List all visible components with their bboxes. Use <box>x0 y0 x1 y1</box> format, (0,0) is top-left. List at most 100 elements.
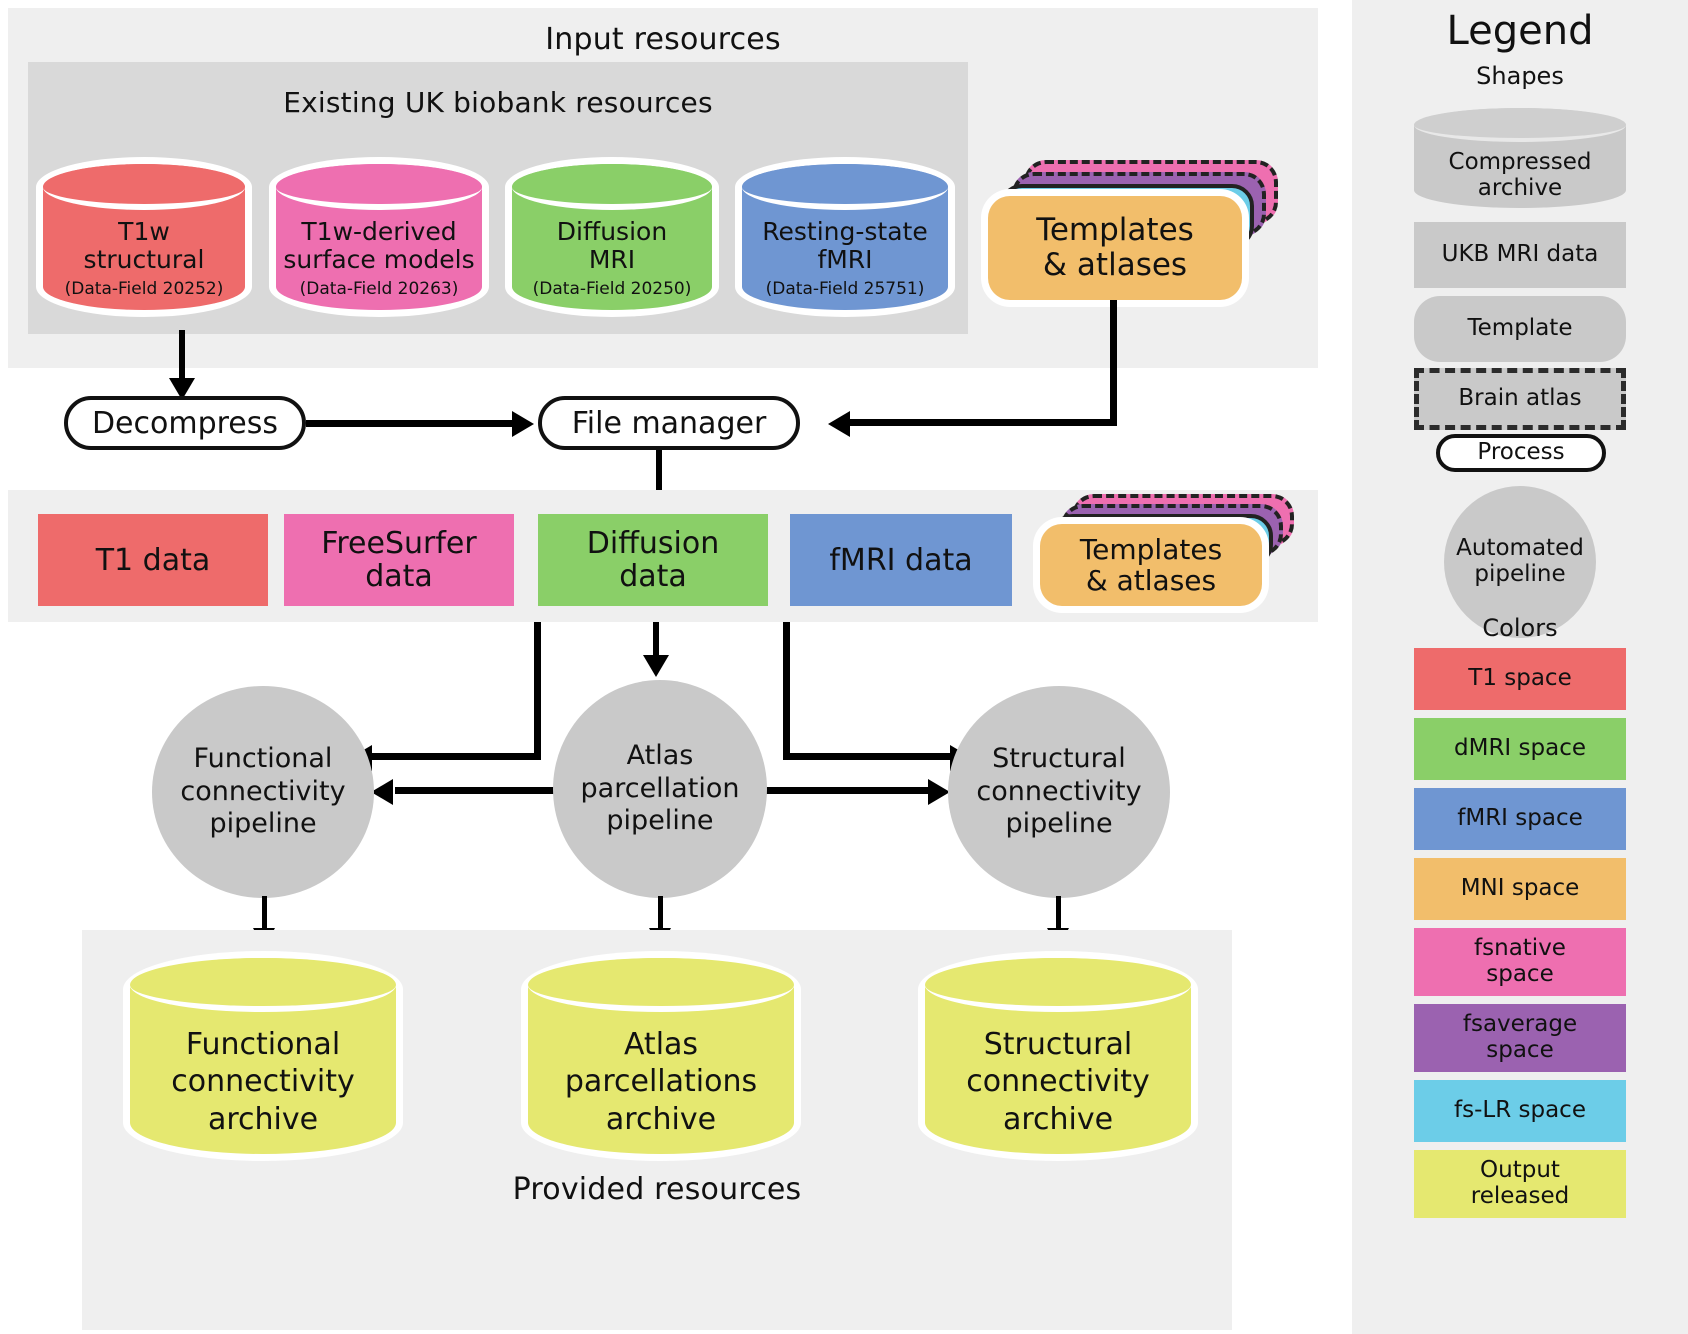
cylinder-top <box>276 164 482 210</box>
connector-decompress-to-file-manager <box>306 420 516 427</box>
connector-atlas-to-structural <box>755 787 930 794</box>
archive-structural-connectivity[interactable]: Structural connectivity archive <box>925 958 1191 1154</box>
cylinder-top <box>742 164 948 210</box>
cylinder-label: T1w structural <box>83 217 205 275</box>
pipeline-functional-connectivity[interactable]: Functional connectivity pipeline <box>152 686 374 898</box>
cylinder-top <box>130 958 396 1012</box>
connector-fmri-horizontal <box>783 753 952 760</box>
arrowhead-structural-pipeline-mid <box>928 779 950 805</box>
legend-shape-process[interactable]: Process <box>1436 434 1606 472</box>
legend-shape-brain-atlas[interactable]: Brain atlas <box>1414 368 1626 430</box>
arrowhead-atlas-pipeline <box>643 655 669 677</box>
databox-label: T1 data <box>95 542 211 578</box>
process-decompress-label: Decompress <box>91 405 279 441</box>
arrowhead-file-manager-right <box>828 411 850 437</box>
legend-color-fmri-space[interactable]: fMRI space <box>1414 788 1626 850</box>
legend-color-label: T1 space <box>1468 665 1572 692</box>
stack-front-card: Templates & atlases <box>1040 524 1262 606</box>
legend-shape-ukb-mri-data[interactable]: UKB MRI data <box>1414 222 1626 288</box>
databox-diffusion-data[interactable]: Diffusion data <box>538 514 768 606</box>
legend-color-label: fMRI space <box>1457 805 1583 832</box>
legend-shape-label: UKB MRI data <box>1441 241 1599 268</box>
templates-label-line2: & atlases <box>1042 247 1188 283</box>
legend-color-label: dMRI space <box>1454 735 1586 762</box>
legend-panel: Legend Shapes Compressed archive UKB MRI… <box>1352 0 1688 1334</box>
legend-color-mni-space[interactable]: MNI space <box>1414 858 1626 920</box>
process-file-manager[interactable]: File manager <box>538 396 800 450</box>
databox-freesurfer-data[interactable]: FreeSurfer data <box>284 514 514 606</box>
legend-color-label: Output released <box>1470 1157 1570 1209</box>
legend-shape-label: Automated pipeline <box>1456 535 1584 587</box>
legend-color-t1-space[interactable]: T1 space <box>1414 648 1626 710</box>
legend-shape-template[interactable]: Template <box>1414 296 1626 362</box>
legend-color-label: fsaverage space <box>1462 1011 1578 1063</box>
databox-fmri-data[interactable]: fMRI data <box>790 514 1012 606</box>
legend-color-label: fsnative space <box>1474 935 1566 987</box>
templates-label-line1: Templates <box>1079 532 1223 566</box>
connector-ukb-to-decompress <box>179 330 185 382</box>
legend-color-fs-lr-space[interactable]: fs-LR space <box>1414 1080 1626 1142</box>
cylinder-sublabel: (Data-Field 20252) <box>64 279 224 300</box>
input-resources-title: Input resources <box>545 22 781 57</box>
pipeline-structural-connectivity[interactable]: Structural connectivity pipeline <box>948 686 1170 898</box>
templates-and-atlases-top[interactable]: Templates & atlases <box>988 160 1298 300</box>
connector-templates-vertical <box>1110 300 1117 424</box>
cylinder-sublabel: (Data-Field 20250) <box>532 279 692 300</box>
stack-front-card: Templates & atlases <box>988 196 1242 300</box>
legend-shapes-heading: Shapes <box>1476 62 1564 90</box>
legend-colors-heading: Colors <box>1482 614 1558 642</box>
legend-shape-label: Compressed archive <box>1448 148 1592 201</box>
databox-label: fMRI data <box>829 542 973 578</box>
legend-title: Legend <box>1446 8 1594 54</box>
legend-color-label: fs-LR space <box>1454 1097 1586 1124</box>
existing-ukb-resources-title: Existing UK biobank resources <box>283 86 713 119</box>
cylinder-t1w-derived-surface[interactable]: T1w-derived surface models (Data-Field 2… <box>276 164 482 310</box>
legend-color-fsaverage-space[interactable]: fsaverage space <box>1414 1004 1626 1072</box>
legend-shape-label: Template <box>1467 315 1573 342</box>
cylinder-sublabel: (Data-Field 25751) <box>765 279 925 300</box>
templates-and-atlases-mid[interactable]: Templates & atlases <box>1040 494 1310 610</box>
databox-t1-data[interactable]: T1 data <box>38 514 268 606</box>
archive-label: Structural connectivity archive <box>966 1026 1150 1137</box>
legend-color-fsnative-space[interactable]: fsnative space <box>1414 928 1626 996</box>
templates-label-line1: Templates <box>1036 212 1194 249</box>
arrowhead-file-manager-left <box>512 411 534 437</box>
cylinder-label: Diffusion MRI <box>556 217 668 275</box>
cylinder-top <box>925 958 1191 1012</box>
cylinder-top <box>1414 108 1626 142</box>
connector-freesurfer-vertical <box>534 622 541 760</box>
connector-file-manager-down <box>656 450 662 494</box>
databox-label: FreeSurfer data <box>321 526 477 594</box>
cylinder-label: Resting-state fMRI <box>762 217 928 275</box>
archive-label: Functional connectivity archive <box>171 1026 355 1137</box>
databox-label: Diffusion data <box>586 526 720 594</box>
legend-color-output-released[interactable]: Output released <box>1414 1150 1626 1218</box>
provided-resources-title: Provided resources <box>512 1172 802 1207</box>
templates-label-line2: & atlases <box>1085 564 1217 597</box>
legend-shape-compressed-archive[interactable]: Compressed archive <box>1414 108 1626 208</box>
cylinder-resting-state-fmri[interactable]: Resting-state fMRI (Data-Field 25751) <box>742 164 948 310</box>
pipeline-atlas-parcellation[interactable]: Atlas parcellation pipeline <box>553 680 767 898</box>
pipeline-label: Atlas parcellation pipeline <box>580 740 740 837</box>
legend-shape-label: Brain atlas <box>1458 385 1582 412</box>
connector-fmri-vertical <box>783 622 790 760</box>
archive-label: Atlas parcellations archive <box>564 1026 758 1137</box>
arrowhead-functional-pipeline-mid <box>371 779 393 805</box>
cylinder-label: T1w-derived surface models <box>283 217 475 275</box>
cylinder-diffusion-mri[interactable]: Diffusion MRI (Data-Field 20250) <box>512 164 712 310</box>
process-decompress[interactable]: Decompress <box>64 396 306 450</box>
legend-color-dmri-space[interactable]: dMRI space <box>1414 718 1626 780</box>
process-file-manager-label: File manager <box>571 405 767 441</box>
cylinder-t1w-structural[interactable]: T1w structural (Data-Field 20252) <box>43 164 245 310</box>
connector-freesurfer-horizontal <box>372 753 541 760</box>
archive-atlas-parcellations[interactable]: Atlas parcellations archive <box>528 958 794 1154</box>
connector-templates-horizontal <box>850 419 1117 426</box>
pipeline-label: Functional connectivity pipeline <box>180 743 346 840</box>
legend-color-label: MNI space <box>1460 875 1580 902</box>
cylinder-sublabel: (Data-Field 20263) <box>299 279 459 300</box>
pipeline-label: Structural connectivity pipeline <box>976 743 1142 840</box>
cylinder-top <box>43 164 245 210</box>
archive-functional-connectivity[interactable]: Functional connectivity archive <box>130 958 396 1154</box>
cylinder-top <box>528 958 794 1012</box>
legend-shape-label: Process <box>1477 439 1565 466</box>
